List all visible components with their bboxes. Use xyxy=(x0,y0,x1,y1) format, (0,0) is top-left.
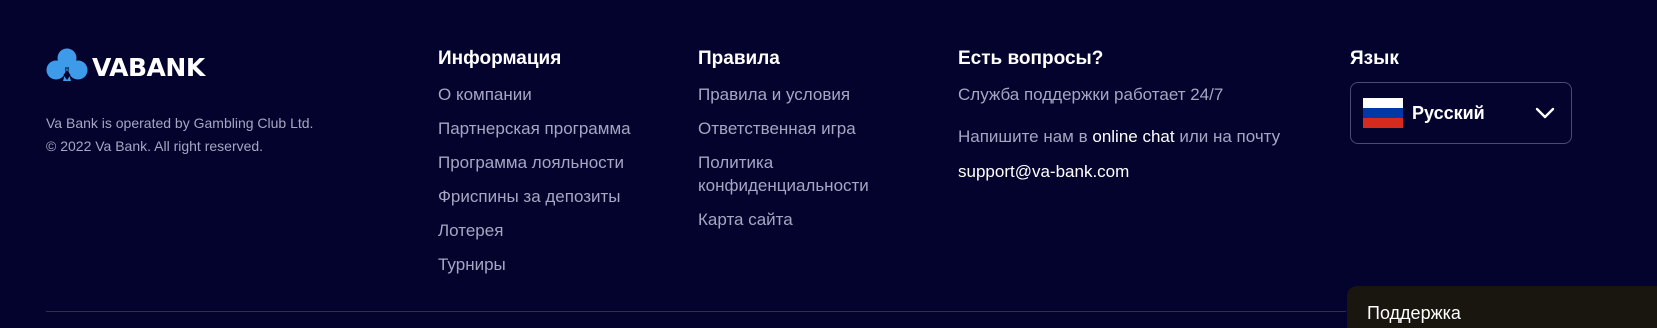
contact-suffix: или на почту xyxy=(1179,127,1281,146)
legal-text: Va Bank is operated by Gambling Club Ltd… xyxy=(46,112,313,158)
footer-brand: VABANK Va Bank is operated by Gambling C… xyxy=(46,48,313,158)
copyright-text: © 2022 Va Bank. All right reserved. xyxy=(46,138,264,154)
contact-text: Напишите нам в online chat или на почту xyxy=(958,125,1280,148)
footer-divider xyxy=(46,311,1346,312)
info-column: Информация О компании Партнерская програ… xyxy=(438,48,631,287)
link-tournaments[interactable]: Турниры xyxy=(438,253,631,276)
info-heading: Информация xyxy=(438,48,562,69)
link-terms[interactable]: Правила и условия xyxy=(698,83,908,106)
vabank-logo[interactable]: VABANK xyxy=(46,48,313,86)
online-chat-link[interactable]: online chat xyxy=(1092,127,1174,146)
support-tab-label: Поддержка xyxy=(1367,303,1461,323)
operated-by-text: Va Bank is operated by Gambling Club Ltd… xyxy=(46,115,314,131)
russia-flag-icon xyxy=(1363,98,1403,128)
contact-prefix: Напишите нам в xyxy=(958,127,1088,146)
link-loyalty[interactable]: Программа лояльности xyxy=(438,151,631,174)
link-freespins[interactable]: Фриспины за депозиты xyxy=(438,185,631,208)
rules-links: Правила и условия Ответственная игра Пол… xyxy=(698,83,908,231)
support-hours: Служба поддержки работает 24/7 xyxy=(958,85,1224,104)
link-sitemap[interactable]: Карта сайта xyxy=(698,208,908,231)
rules-column: Правила Правила и условия Ответственная … xyxy=(698,48,908,242)
link-responsible-gaming[interactable]: Ответственная игра xyxy=(698,117,908,140)
language-heading: Язык xyxy=(1350,48,1399,69)
link-lottery[interactable]: Лотерея xyxy=(438,219,631,242)
club-suit-icon xyxy=(46,48,88,81)
language-selected: Русский xyxy=(1412,102,1485,123)
language-select[interactable]: Русский xyxy=(1350,82,1572,144)
rules-heading: Правила xyxy=(698,48,780,69)
info-links: О компании Партнерская программа Програм… xyxy=(438,83,631,276)
contact-column: Есть вопросы? Служба поддержки работает … xyxy=(958,48,1280,183)
chevron-down-icon xyxy=(1535,107,1555,119)
logo-text: VABANK xyxy=(92,52,205,82)
language-column: Язык Русский xyxy=(1350,48,1572,144)
support-chat-tab[interactable]: Поддержка xyxy=(1347,286,1657,328)
support-email-link[interactable]: support@va-bank.com xyxy=(958,160,1129,183)
link-about[interactable]: О компании xyxy=(438,83,631,106)
contact-heading: Есть вопросы? xyxy=(958,48,1104,69)
link-privacy[interactable]: Политика конфиденциальности xyxy=(698,151,908,197)
link-affiliate[interactable]: Партнерская программа xyxy=(438,117,631,140)
